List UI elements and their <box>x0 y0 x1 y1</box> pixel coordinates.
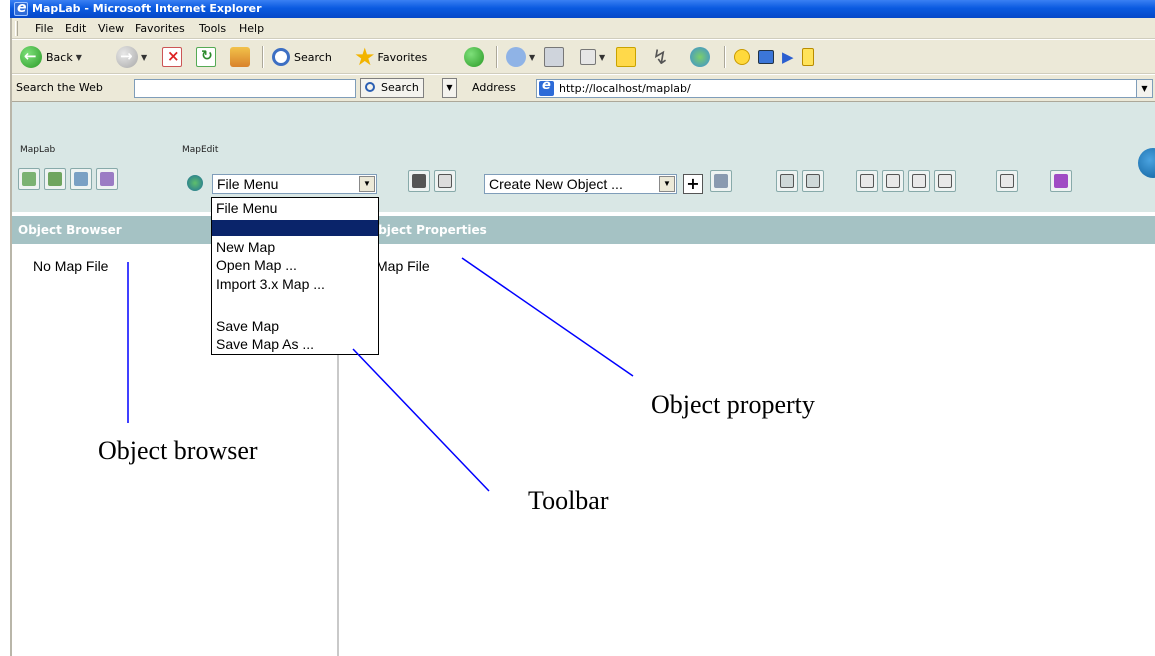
callout-line-object-property <box>461 257 634 377</box>
annotation-toolbar: Toolbar <box>528 486 609 515</box>
annotation-callouts <box>127 257 634 492</box>
annotation-object-property: Object property <box>651 390 815 419</box>
annotation-object-browser: Object browser <box>98 436 258 465</box>
callout-line-toolbar <box>352 348 490 492</box>
